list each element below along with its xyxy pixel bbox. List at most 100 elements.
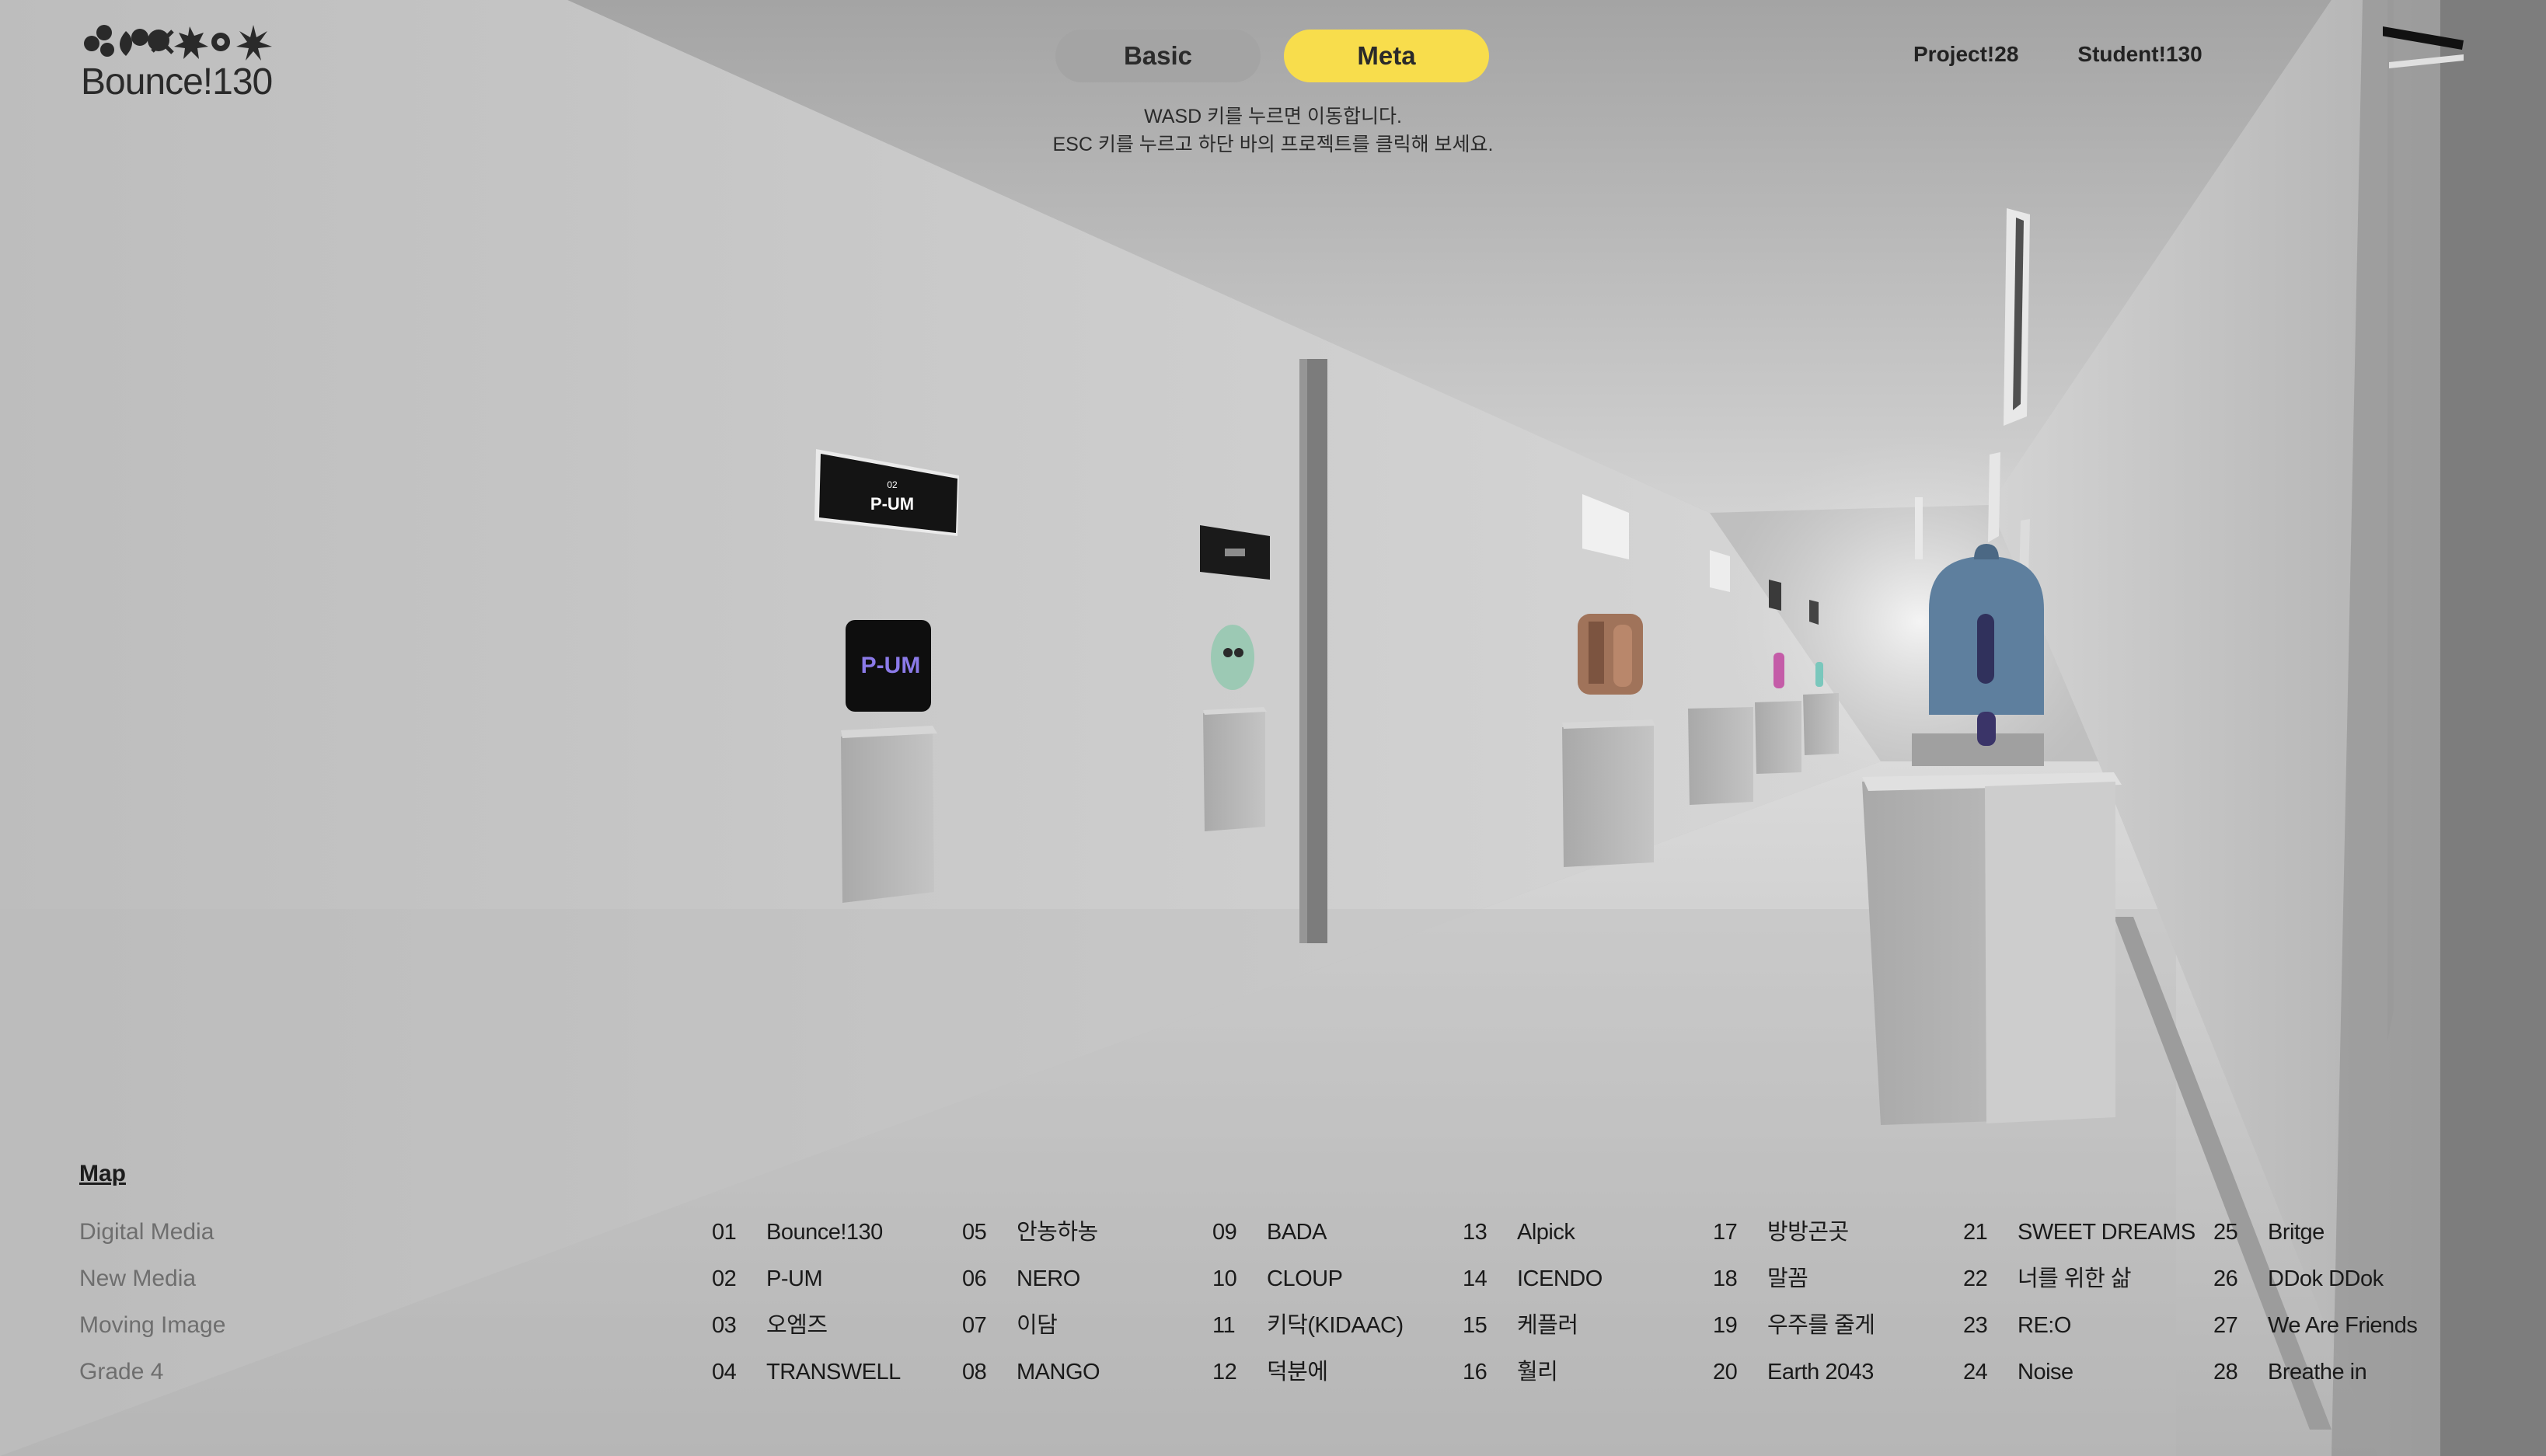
project-number: 09 <box>1212 1220 1237 1245</box>
project-column: 13 Alpick 14 ICENDO 15 케플러 16 훨리 <box>1463 1209 1713 1395</box>
project-name: 케플러 <box>1517 1313 1578 1338</box>
project-item[interactable]: 18 말꼼 <box>1713 1256 1963 1302</box>
project-name: Alpick <box>1517 1220 1575 1245</box>
category-new-media[interactable]: New Media <box>79 1256 225 1302</box>
project-number: 26 <box>2213 1266 2238 1291</box>
project-item[interactable]: 09 BADA <box>1212 1209 1463 1256</box>
project-number: 21 <box>1963 1220 1988 1245</box>
mode-toggle: Basic Meta <box>1055 30 1489 82</box>
project-column: 01 Bounce!130 02 P-UM 03 오엠즈 04 TRANSWELL <box>712 1209 962 1395</box>
category-list: Digital Media New Media Moving Image Gra… <box>79 1209 225 1395</box>
nav-students-link[interactable]: Student!130 <box>2077 42 2202 67</box>
project-item[interactable]: 16 훨리 <box>1463 1349 1713 1395</box>
project-name: SWEET DREAMS <box>2018 1220 2195 1245</box>
map-title[interactable]: Map <box>79 1161 126 1187</box>
project-item[interactable]: 20 Earth 2043 <box>1713 1349 1963 1395</box>
hint-line-1: WASD 키를 누르면 이동합니다. <box>1144 106 1402 127</box>
project-item[interactable]: 01 Bounce!130 <box>712 1209 962 1256</box>
project-number: 07 <box>962 1313 987 1338</box>
project-name: TRANSWELL <box>766 1360 901 1385</box>
project-name: ICENDO <box>1517 1266 1603 1291</box>
project-number: 12 <box>1212 1360 1237 1385</box>
project-item[interactable]: 08 MANGO <box>962 1349 1212 1395</box>
project-item[interactable]: 04 TRANSWELL <box>712 1349 962 1395</box>
menu-icon[interactable] <box>2383 23 2468 78</box>
category-grade-4[interactable]: Grade 4 <box>79 1349 225 1395</box>
project-name: BADA <box>1267 1220 1327 1245</box>
project-name: NERO <box>1017 1266 1080 1291</box>
project-column: 17 방방곤곳 18 말꼼 19 우주를 줄게 20 Earth 2043 <box>1713 1209 1963 1395</box>
project-item[interactable]: 28 Breathe in <box>2213 1349 2464 1395</box>
meta-mode-button[interactable]: Meta <box>1284 30 1489 82</box>
project-name: 덕분에 <box>1267 1360 1328 1385</box>
project-name: RE:O <box>2018 1313 2071 1338</box>
project-item[interactable]: 21 SWEET DREAMS <box>1963 1209 2213 1256</box>
project-item[interactable]: 23 RE:O <box>1963 1302 2213 1349</box>
sign-title: P-UM <box>870 494 914 514</box>
project-column: 25 Britge 26 DDok DDok 27 We Are Friends 28 Bre… <box>2213 1209 2464 1395</box>
project-column: 09 BADA 10 CLOUP 11 키닥(KIDAAC) 12 덕분에 <box>1212 1209 1463 1395</box>
project-item[interactable]: 03 오엠즈 <box>712 1302 962 1349</box>
project-name: 말꼼 <box>1767 1266 1808 1291</box>
project-item[interactable]: 10 CLOUP <box>1212 1256 1463 1302</box>
pedestal-p-um[interactable]: P-UM <box>841 620 937 903</box>
project-number: 28 <box>2213 1360 2238 1385</box>
nav-projects-link[interactable]: Project!28 <box>1913 42 2018 67</box>
category-moving-image[interactable]: Moving Image <box>79 1302 225 1349</box>
project-item[interactable]: 12 덕분에 <box>1212 1349 1463 1395</box>
project-item[interactable]: 14 ICENDO <box>1463 1256 1713 1302</box>
project-number: 16 <box>1463 1360 1487 1385</box>
project-name: 안농하농 <box>1017 1220 1098 1245</box>
project-number: 22 <box>1963 1266 1988 1291</box>
project-item[interactable]: 02 P-UM <box>712 1256 962 1302</box>
p-um-screen-text: P-UM <box>861 653 921 678</box>
project-column: 05 안농하농 06 NERO 07 이담 08 MANGO <box>962 1209 1212 1395</box>
column <box>1306 359 1327 943</box>
project-name: 오엠즈 <box>766 1313 828 1338</box>
basic-mode-button[interactable]: Basic <box>1055 30 1261 82</box>
category-digital-media[interactable]: Digital Media <box>79 1209 225 1256</box>
project-name: Breathe in <box>2268 1360 2367 1385</box>
project-name: 키닥(KIDAAC) <box>1267 1313 1404 1338</box>
project-name: 너를 위한 삶 <box>2018 1266 2132 1291</box>
project-item[interactable]: 15 케플러 <box>1463 1302 1713 1349</box>
project-number: 05 <box>962 1220 987 1245</box>
brand-name: Bounce!130 <box>81 61 273 103</box>
project-item[interactable]: 27 We Are Friends <box>2213 1302 2464 1349</box>
project-name: DDok DDok <box>2268 1266 2384 1291</box>
project-number: 14 <box>1463 1266 1487 1291</box>
project-number: 03 <box>712 1313 737 1338</box>
project-name: 훨리 <box>1517 1360 1558 1385</box>
project-item[interactable]: 26 DDok DDok <box>2213 1256 2464 1302</box>
project-item[interactable]: 25 Britge <box>2213 1209 2464 1256</box>
project-item[interactable]: 19 우주를 줄게 <box>1713 1302 1963 1349</box>
project-item[interactable]: 17 방방곤곳 <box>1713 1209 1963 1256</box>
project-name: Bounce!130 <box>766 1220 883 1245</box>
logo-mark-icon <box>84 25 272 61</box>
sign-number: 02 <box>887 479 898 490</box>
project-item[interactable]: 06 NERO <box>962 1256 1212 1302</box>
project-item[interactable]: 24 Noise <box>1963 1349 2213 1395</box>
project-number: 15 <box>1463 1313 1487 1338</box>
project-number: 08 <box>962 1360 987 1385</box>
brand-logo[interactable]: Bounce!130 <box>81 22 283 103</box>
project-item[interactable]: 07 이담 <box>962 1302 1212 1349</box>
project-item[interactable]: 22 너를 위한 삶 <box>1963 1256 2213 1302</box>
project-item[interactable]: 05 안농하농 <box>962 1209 1212 1256</box>
project-number: 13 <box>1463 1220 1487 1245</box>
project-name: MANGO <box>1017 1360 1100 1385</box>
hint-line-2: ESC 키를 누르고 하단 바의 프로젝트를 클릭해 보세요. <box>1052 134 1494 155</box>
project-name: P-UM <box>766 1266 823 1291</box>
project-name: 우주를 줄게 <box>1767 1313 1875 1338</box>
project-name: 이담 <box>1017 1313 1058 1338</box>
project-item[interactable]: 11 키닥(KIDAAC) <box>1212 1302 1463 1349</box>
project-name: Britge <box>2268 1220 2325 1245</box>
controls-hint: WASD 키를 누르면 이동합니다. ESC 키를 누르고 하단 바의 프로젝트… <box>962 103 1584 158</box>
project-number: 27 <box>2213 1313 2238 1338</box>
project-item[interactable]: 13 Alpick <box>1463 1209 1713 1256</box>
project-number: 04 <box>712 1360 737 1385</box>
project-name: We Are Friends <box>2268 1313 2418 1338</box>
project-number: 19 <box>1713 1313 1738 1338</box>
project-number: 11 <box>1212 1313 1236 1338</box>
project-column: 21 SWEET DREAMS 22 너를 위한 삶 23 RE:O 24 Noise <box>1963 1209 2213 1395</box>
